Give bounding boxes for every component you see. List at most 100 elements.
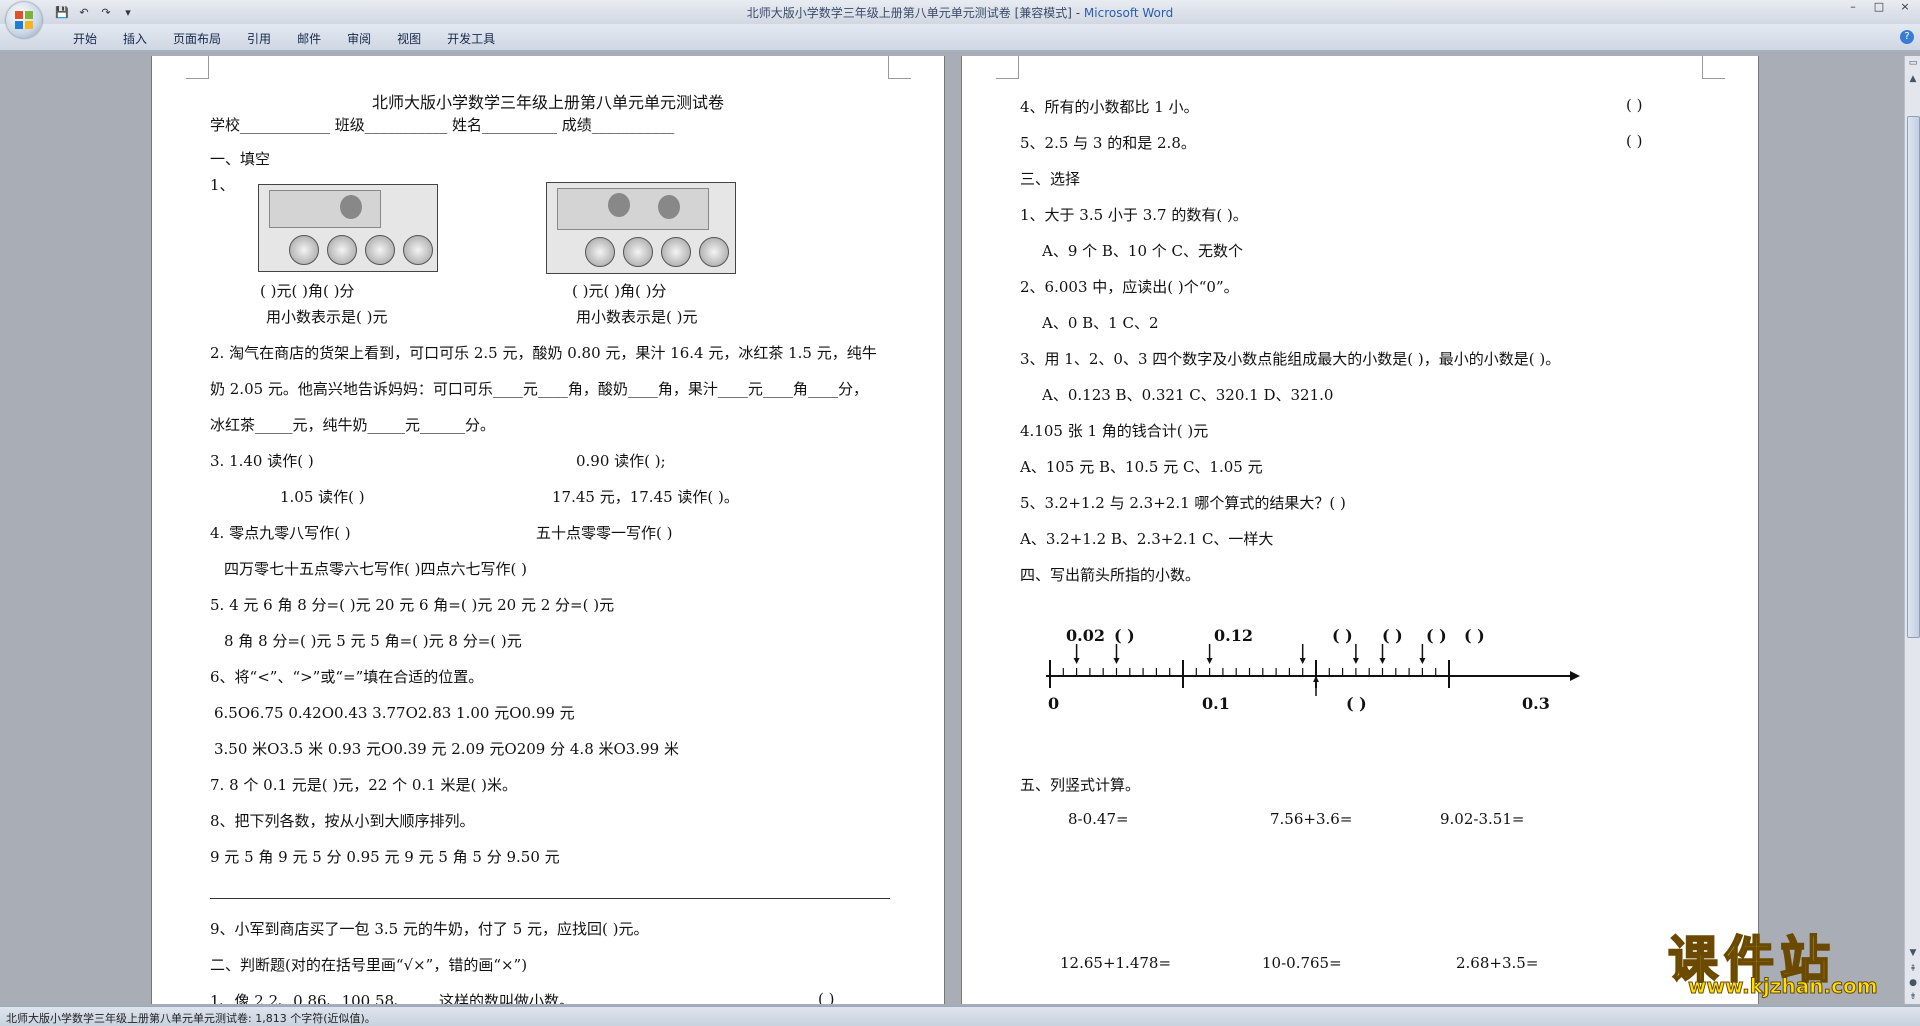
calculation-item: 7.56+3.6= — [1270, 810, 1353, 828]
maximize-button[interactable]: □ — [1866, 0, 1892, 16]
question-text: 五十点零零一写作( ) — [536, 524, 673, 542]
calculation-item: 9.02-3.51= — [1440, 810, 1525, 828]
page-corner-mark — [996, 56, 1019, 79]
question-text: 7. 8 个 0.1 元是( )元，22 个 0.1 米是( )米。 — [210, 776, 517, 794]
status-bar: 北师大版小学数学三年级上册第八单元单元测试卷: 1,813 个字符(近似值)。 — [0, 1006, 1920, 1026]
ribbon-tabs: 开始 插入 页面布局 引用 邮件 审阅 视图 开发工具 — [60, 30, 508, 47]
choice-options: A、0.123 B、0.321 C、320.1 D、321.0 — [1042, 386, 1334, 404]
document-page-left[interactable]: 北师大版小学数学三年级上册第八单元单元测试卷 学校____________ 班级… — [152, 56, 944, 1004]
tab-insert[interactable]: 插入 — [110, 30, 160, 47]
question-text: 5、3.2+1.2 与 2.3+2.1 哪个算式的结果大？( ) — [1020, 494, 1346, 512]
window-controls: – □ × — [1840, 0, 1918, 16]
tab-references[interactable]: 引用 — [234, 30, 284, 47]
calculation-item: 10-0.765= — [1262, 954, 1342, 972]
window-title: 北师大版小学数学三年级上册第八单元单元测试卷 [兼容模式] - Microsof… — [0, 4, 1920, 21]
tab-home[interactable]: 开始 — [60, 30, 110, 47]
question-text: 9 元 5 角 9 元 5 分 0.95 元 9 元 5 角 5 分 9.50 … — [210, 848, 560, 866]
question-text: 1、大于 3.5 小于 3.7 的数有( )。 — [1020, 206, 1248, 224]
close-button[interactable]: × — [1892, 0, 1918, 16]
coin-image — [699, 237, 729, 267]
number-line-pointer-head — [1352, 658, 1359, 664]
coin-image — [585, 237, 615, 267]
question-text: 6.5O6.75 0.42O0.43 3.77O2.83 1.00 元O0.99… — [214, 704, 575, 722]
page-corner-mark — [888, 56, 911, 79]
calculation-item: 12.65+1.478= — [1060, 954, 1172, 972]
title-bar: 💾 ↶ ↷ ▾ 北师大版小学数学三年级上册第八单元单元测试卷 [兼容模式] - … — [0, 0, 1920, 38]
answer-line — [210, 898, 890, 899]
number-line-label: ( ) — [1464, 626, 1485, 645]
number-line-pointer-head — [1419, 658, 1426, 664]
money-image-1 — [258, 184, 438, 272]
answer-blank: ( )元( )角( )分 — [260, 282, 355, 300]
scrollbar-thumb[interactable] — [1907, 116, 1920, 638]
document-page-right[interactable]: 4、所有的小数都比 1 小。 ( ) 5、2.5 与 3 的和是 2.8。 ( … — [962, 56, 1758, 1004]
question-text: 3. 1.40 读作( ) — [210, 452, 314, 470]
choice-options: A、3.2+1.2 B、2.3+2.1 C、一样大 — [1020, 530, 1274, 548]
office-button[interactable] — [6, 2, 42, 38]
question-text: 2. 淘气在商店的货架上看到，可口可乐 2.5 元，酸奶 0.80 元，果汁 1… — [210, 344, 877, 362]
choice-options: A、9 个 B、10 个 C、无数个 — [1042, 242, 1244, 260]
number-line-label: 0.1 — [1202, 694, 1230, 713]
document-title: 北师大版小学数学三年级上册第八单元单元测试卷 [兼容模式] - — [746, 6, 1084, 20]
calculation-item: 8-0.47= — [1068, 810, 1129, 828]
number-line-label: 0.02 — [1066, 626, 1105, 645]
ribbon: 开始 插入 页面布局 引用 邮件 审阅 视图 开发工具 ? — [0, 24, 1920, 51]
question-text: 3.50 米O3.5 米 0.93 元O0.39 元 2.09 元O209 分 … — [214, 740, 679, 758]
number-line-label: ( ) — [1382, 626, 1403, 645]
answer-blank: 用小数表示是( )元 — [266, 308, 388, 326]
question-text: 0.90 读作( ); — [576, 452, 666, 470]
question-text: 4.105 张 1 角的钱合计( )元 — [1020, 422, 1209, 440]
question-text: 4. 零点九零八写作( ) — [210, 524, 351, 542]
answer-blank: 用小数表示是( )元 — [576, 308, 698, 326]
calculation-item: 2.68+3.5= — [1456, 954, 1539, 972]
tab-review[interactable]: 审阅 — [334, 30, 384, 47]
banknote-image — [557, 188, 709, 230]
question-text: 4、所有的小数都比 1 小。 — [1020, 98, 1199, 116]
number-line-label: 0 — [1048, 694, 1060, 713]
question-text: 17.45 元，17.45 读作( )。 — [552, 488, 739, 506]
choice-options: A、0 B、1 C、2 — [1042, 314, 1159, 332]
number-line-pointer-head — [1379, 658, 1386, 664]
coin-image — [623, 237, 653, 267]
coin-image — [403, 235, 433, 265]
help-icon[interactable]: ? — [1900, 30, 1914, 44]
minimize-button[interactable]: – — [1840, 0, 1866, 16]
tab-mailings[interactable]: 邮件 — [284, 30, 334, 47]
answer-blank: ( )元( )角( )分 — [572, 282, 667, 300]
question-text: 奶 2.05 元。他高兴地告诉妈妈：可口可乐____元____角，酸奶____角… — [210, 380, 868, 398]
coin-image — [365, 235, 395, 265]
banknote-image — [269, 190, 381, 228]
document-title: 北师大版小学数学三年级上册第八单元单元测试卷 — [372, 93, 725, 112]
number-line-label: 0.3 — [1522, 694, 1550, 713]
question-text: 5. 4 元 6 角 8 分=( )元 20 元 6 角=( )元 20 元 2… — [210, 596, 615, 614]
section-heading: 三、选择 — [1020, 170, 1081, 188]
question-text: 2、6.003 中，应读出( )个“0”。 — [1020, 278, 1239, 296]
status-text: 北师大版小学数学三年级上册第八单元单元测试卷: 1,813 个字符(近似值)。 — [6, 1012, 376, 1025]
tab-page-layout[interactable]: 页面布局 — [160, 30, 234, 47]
question-text: 8、把下列各数，按从小到大顺序排列。 — [210, 812, 475, 830]
tab-view[interactable]: 视图 — [384, 30, 434, 47]
question-text: 1.05 读作( ) — [280, 488, 365, 506]
question-text: 8 角 8 分=( )元 5 元 5 角=( )元 8 分=( )元 — [224, 632, 522, 650]
question-text: 3、用 1、2、0、3 四个数字及小数点能组成最大的小数是( )，最小的小数是(… — [1020, 350, 1561, 368]
number-line-pointer-head — [1206, 658, 1213, 664]
number-line-figure: 0.02 ( ) 0.12 ( ) ( ) ( ) ( ) 0 0.1 ( ) … — [1042, 626, 1602, 716]
vertical-scrollbar[interactable]: ▭ ▲ ▼ ⇞ ● ⇟ — [1904, 56, 1920, 1004]
coin-image — [289, 235, 319, 265]
section-heading: 二、判断题(对的在括号里画“√×”，错的画“×”) — [210, 956, 528, 974]
section-heading: 一、填空 — [210, 150, 271, 168]
section-heading: 四、写出箭头所指的小数。 — [1020, 566, 1201, 584]
ruler-toggle-icon[interactable]: ▭ — [1907, 58, 1919, 70]
coin-image — [661, 237, 691, 267]
number-line-label: ( ) — [1114, 626, 1135, 645]
scroll-up-icon[interactable]: ▲ — [1907, 74, 1919, 86]
question-text: 5、2.5 与 3 的和是 2.8。 — [1020, 134, 1196, 152]
section-heading: 五、列竖式计算。 — [1020, 776, 1141, 794]
question-text: 1、像 2.2、0.86、100.58、……这样的数叫做小数。 — [210, 992, 575, 1004]
number-line-label: ( ) — [1346, 694, 1367, 713]
coin-image — [327, 235, 357, 265]
number-line-pointer-head — [1299, 658, 1306, 664]
question-text: 9、小军到商店买了一包 3.5 元的牛奶，付了 5 元，应找回( )元。 — [210, 920, 649, 938]
question-number: 1、 — [210, 176, 235, 194]
tab-developer[interactable]: 开发工具 — [434, 30, 508, 47]
